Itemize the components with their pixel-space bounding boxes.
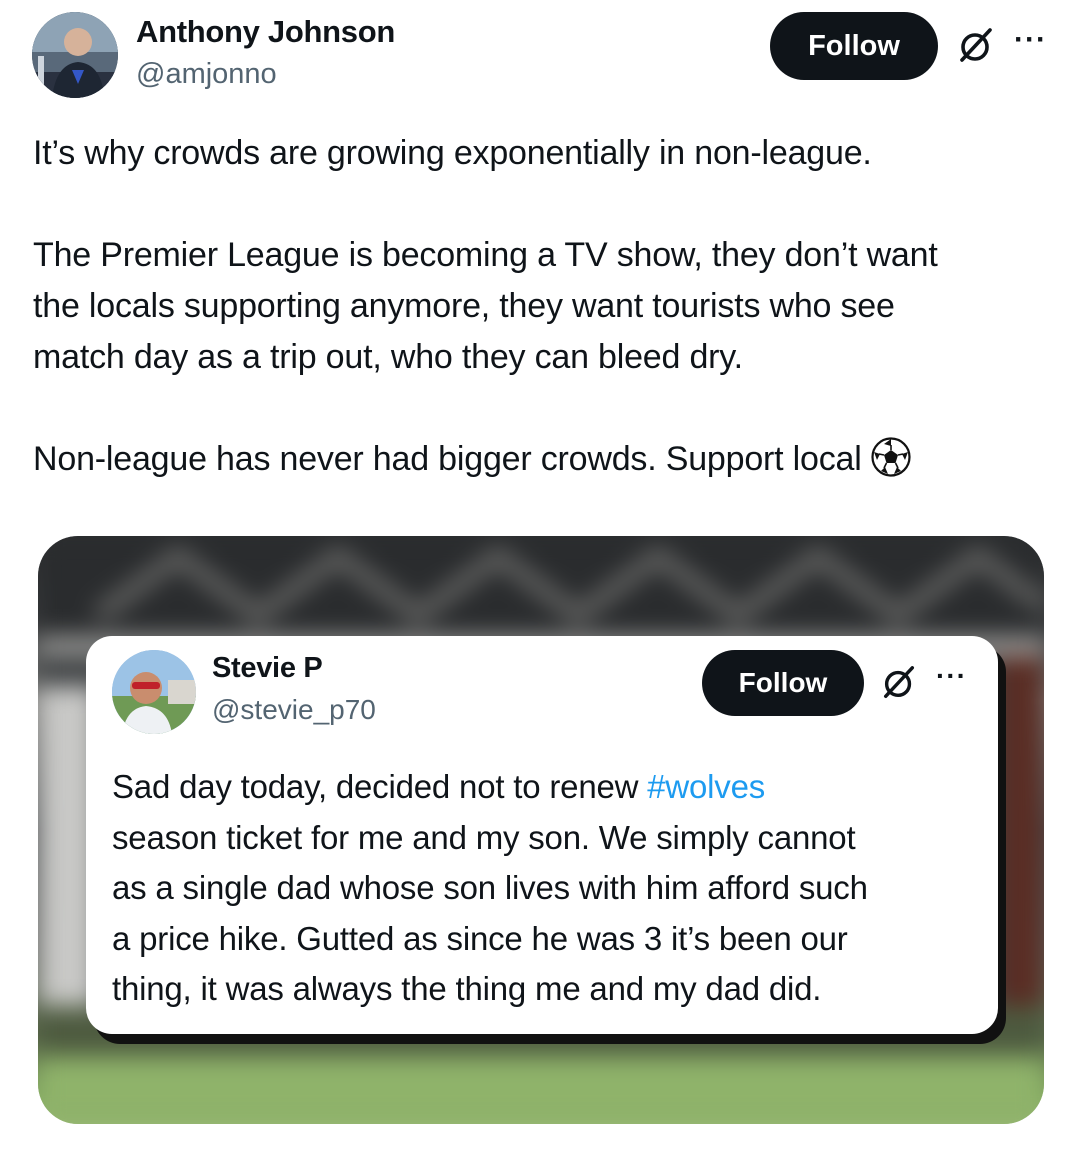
post-image[interactable]: Stevie P @stevie_p70 Follow ··· Sad day … xyxy=(38,536,1044,1124)
quoted-author-handle[interactable]: @stevie_p70 xyxy=(212,694,376,726)
hashtag-link[interactable]: #wolves xyxy=(647,768,765,805)
avatar-image xyxy=(112,650,196,734)
avatar-image xyxy=(32,12,118,98)
quoted-tweet-text: Sad day today, decided not to renew #wol… xyxy=(112,762,982,1015)
quoted-author-avatar[interactable] xyxy=(112,650,196,734)
post-text-line: The Premier League is becoming a TV show… xyxy=(33,236,938,274)
author-handle[interactable]: @amjonno xyxy=(136,58,277,91)
post-text-line: the locals supporting anymore, they want… xyxy=(33,287,895,325)
quoted-author-name[interactable]: Stevie P xyxy=(212,652,323,685)
post: Anthony Johnson @amjonno Follow ··· It’s… xyxy=(0,0,1080,1154)
quoted-text-line: a price hike. Gutted as since he was 3 i… xyxy=(112,919,848,957)
quoted-text-line: thing, it was always the thing me and my… xyxy=(112,970,822,1007)
follow-button[interactable]: Follow xyxy=(770,12,938,80)
post-text-line: It’s why crowds are growing exponentiall… xyxy=(33,134,872,172)
author-avatar[interactable] xyxy=(32,12,118,98)
post-text-paragraph: Non-league has never had bigger crowds. … xyxy=(33,434,912,485)
grok-icon[interactable] xyxy=(956,26,996,66)
more-icon[interactable]: ··· xyxy=(936,662,967,690)
grok-icon[interactable] xyxy=(880,664,918,702)
post-text-paragraph: The Premier League is becoming a TV show… xyxy=(33,230,938,383)
quoted-text-line: Sad day today, decided not to renew #wol… xyxy=(112,762,982,813)
post-text-line: match day as a trip out, who they can bl… xyxy=(33,338,743,376)
quoted-follow-button[interactable]: Follow xyxy=(702,650,864,716)
post-text-line: Non-league has never had bigger crowds. … xyxy=(33,440,862,478)
more-icon[interactable]: ··· xyxy=(1014,25,1047,55)
quoted-text-line: as a single dad whose son lives with him… xyxy=(112,869,868,906)
author-name[interactable]: Anthony Johnson xyxy=(136,14,395,50)
quoted-text-segment: Sad day today, decided not to renew xyxy=(112,768,648,805)
quoted-text-line: season ticket for me and my son. We simp… xyxy=(112,818,856,856)
quoted-tweet[interactable]: Stevie P @stevie_p70 Follow ··· Sad day … xyxy=(86,636,998,1034)
soccer-ball-icon xyxy=(870,437,911,477)
